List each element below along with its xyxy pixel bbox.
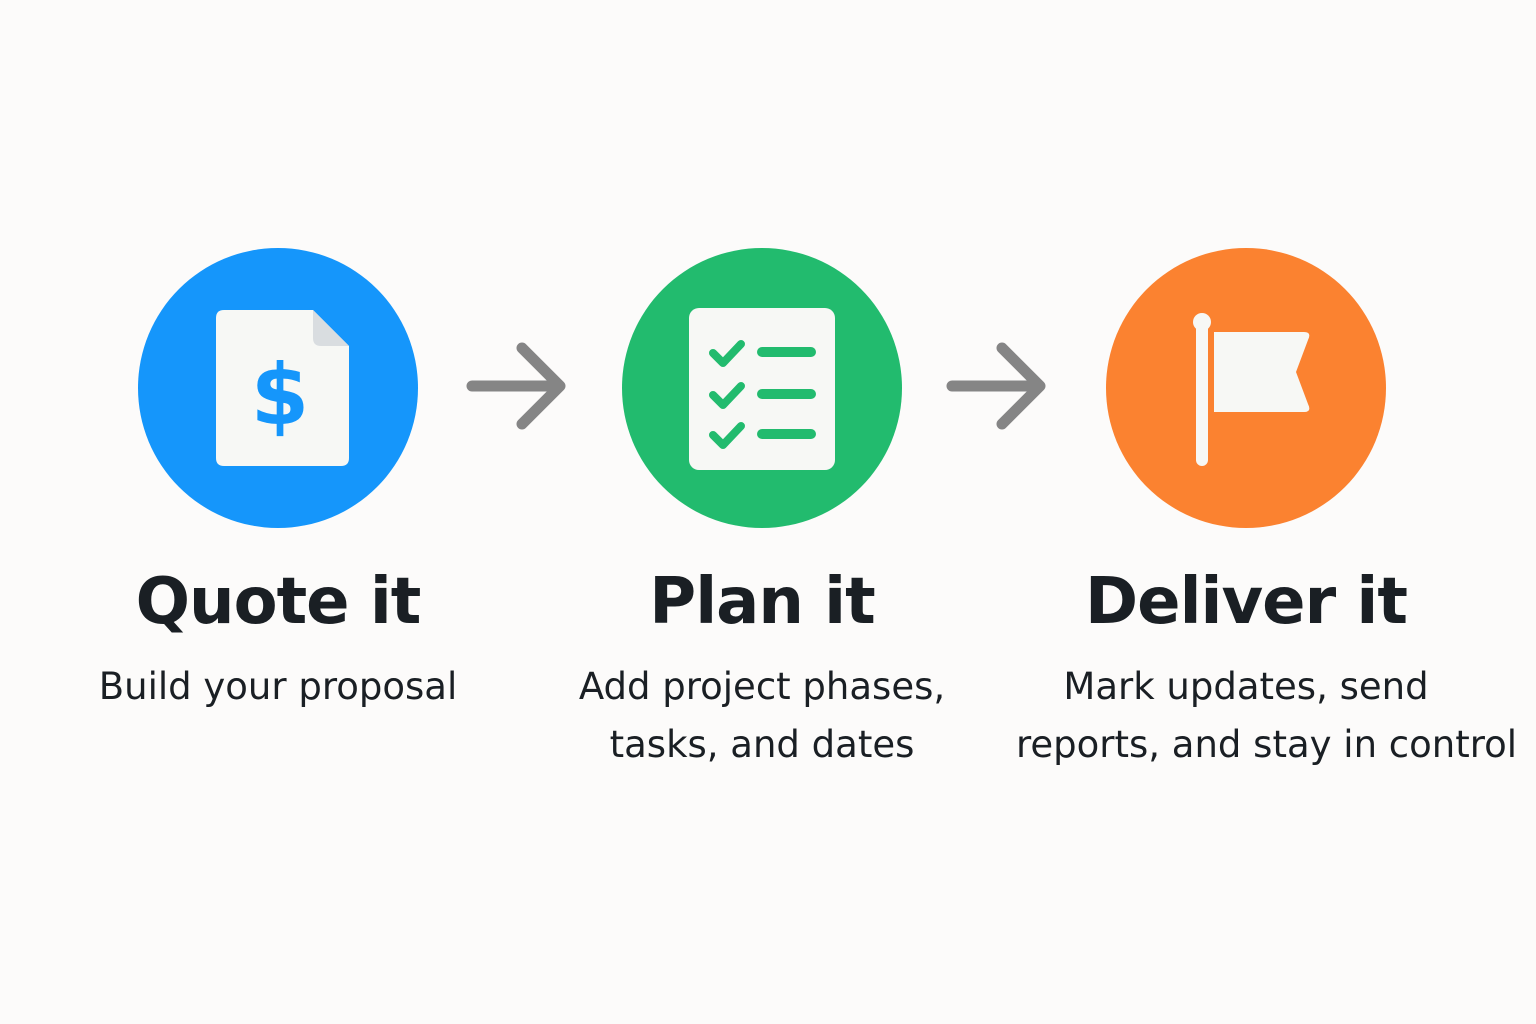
svg-text:$: $: [251, 346, 309, 444]
deliver-circle: [1106, 248, 1386, 528]
plan-circle: [622, 248, 902, 528]
step-title: Plan it: [649, 565, 875, 639]
description-line: Mark updates, send: [1063, 665, 1429, 708]
description-line: tasks, and dates: [609, 723, 915, 766]
description-line: reports, and stay in control: [1016, 723, 1518, 766]
step-quote: $ Quote it Build your proposal: [48, 248, 508, 716]
step-plan: Plan it Add project phases, tasks, and d…: [532, 248, 992, 774]
dollar-document-icon: $: [216, 310, 349, 466]
checklist-icon: [689, 308, 835, 470]
step-description: Build your proposal: [48, 658, 508, 716]
description-line: Add project phases,: [578, 665, 946, 708]
step-description: Mark updates, send reports, and stay in …: [1016, 658, 1518, 774]
step-title: Deliver it: [1085, 565, 1408, 639]
flag-icon: [1193, 313, 1310, 466]
step-title: Quote it: [135, 565, 422, 639]
step-description: Add project phases, tasks, and dates: [532, 658, 992, 774]
quote-circle: $: [138, 248, 418, 528]
description-line: Build your proposal: [98, 665, 458, 708]
step-deliver: Deliver it Mark updates, send reports, a…: [1016, 248, 1518, 774]
